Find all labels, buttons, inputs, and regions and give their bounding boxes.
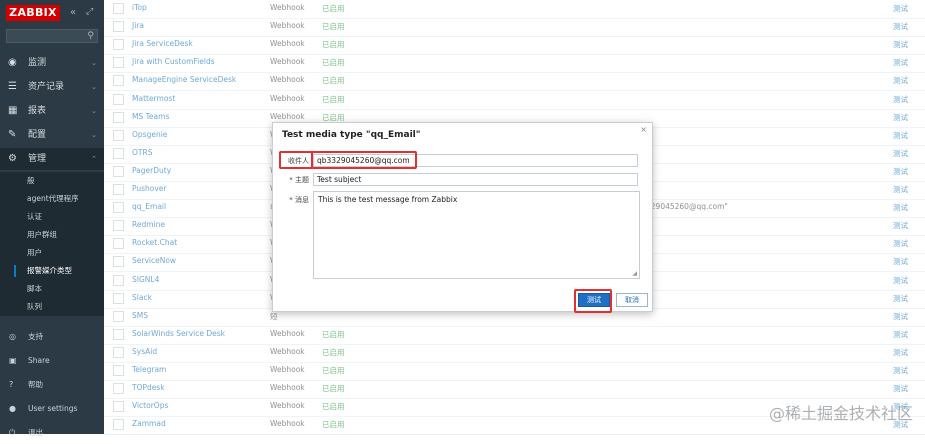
test-media-type-dialog: Test media type "qq_Email" × 收件人 qb33290…: [272, 122, 653, 313]
subnav-user-groups[interactable]: 用户群组: [0, 226, 104, 244]
chevron-down-icon: ⌄: [91, 59, 97, 67]
message-label: * 消息: [289, 196, 309, 204]
search-icon[interactable]: ⚲: [87, 31, 94, 41]
message-textarea[interactable]: This is the test message from Zabbix ◢: [313, 191, 640, 279]
nav-monitoring[interactable]: ◉ 监测 ⌄: [0, 52, 104, 74]
sidebar: ZABBIX « ⤢ ⚲ ◉ 监测 ⌄ ☰ 资产记录 ⌄ ▦ 报表 ⌄ ✎ 配置…: [0, 0, 104, 437]
help-icon: ?: [9, 380, 14, 389]
test-button[interactable]: 测试: [578, 293, 610, 307]
cancel-button[interactable]: 取消: [616, 293, 648, 307]
chart-icon: ▦: [8, 105, 18, 116]
subnav-media-types[interactable]: 报警媒介类型: [0, 262, 104, 280]
user-icon: ●: [9, 404, 16, 413]
nav-reports[interactable]: ▦ 报表 ⌄: [0, 100, 104, 122]
nav-share[interactable]: ▣ Share: [0, 350, 104, 372]
subnav-users[interactable]: 用户: [0, 244, 104, 262]
kiosk-mode-icon[interactable]: ⤢: [86, 7, 93, 17]
subnav-general[interactable]: 般: [0, 172, 104, 190]
dialog-title: Test media type "qq_Email": [282, 130, 421, 140]
nav-help[interactable]: ? 帮助: [0, 374, 104, 396]
nav-user-settings[interactable]: ● User settings: [0, 398, 104, 420]
support-icon: ◎: [9, 332, 16, 341]
chevron-down-icon: ⌄: [91, 131, 97, 139]
eye-icon: ◉: [8, 57, 17, 68]
nav-administration[interactable]: ⚙ 管理 ⌃: [0, 148, 104, 170]
share-icon: ▣: [9, 356, 17, 365]
subnav-authentication[interactable]: 认证: [0, 208, 104, 226]
highlight-to-input: [311, 151, 417, 169]
collapse-sidebar-icon[interactable]: «: [70, 7, 76, 18]
subnav-queue[interactable]: 队列: [0, 298, 104, 316]
close-icon[interactable]: ×: [640, 125, 647, 134]
message-text: This is the test message from Zabbix: [318, 195, 458, 204]
nav-sign-out[interactable]: ⏻ 退出: [0, 422, 104, 444]
subject-input[interactable]: Test subject: [313, 173, 638, 186]
list-icon: ☰: [8, 81, 17, 92]
chevron-down-icon: ⌄: [91, 107, 97, 115]
zabbix-logo[interactable]: ZABBIX: [6, 5, 60, 21]
resize-handle-icon[interactable]: ◢: [632, 270, 637, 277]
chevron-up-icon: ⌃: [91, 155, 97, 163]
watermark: @稀土掘金技术社区: [768, 404, 913, 423]
sidebar-search-input[interactable]: ⚲: [6, 29, 98, 43]
gear-icon: ⚙: [8, 153, 17, 164]
logout-icon: ⏻: [9, 428, 16, 437]
subject-label: * 主题: [289, 176, 309, 184]
nav-support[interactable]: ◎ 支持: [0, 326, 104, 348]
wrench-icon: ✎: [8, 129, 17, 140]
subnav-proxies[interactable]: agent代理程序: [0, 190, 104, 208]
chevron-down-icon: ⌄: [91, 83, 97, 91]
nav-inventory[interactable]: ☰ 资产记录 ⌄: [0, 76, 104, 98]
nav-configuration[interactable]: ✎ 配置 ⌄: [0, 124, 104, 146]
highlight-to-label: [279, 151, 313, 169]
subnav-scripts[interactable]: 脚本: [0, 280, 104, 298]
